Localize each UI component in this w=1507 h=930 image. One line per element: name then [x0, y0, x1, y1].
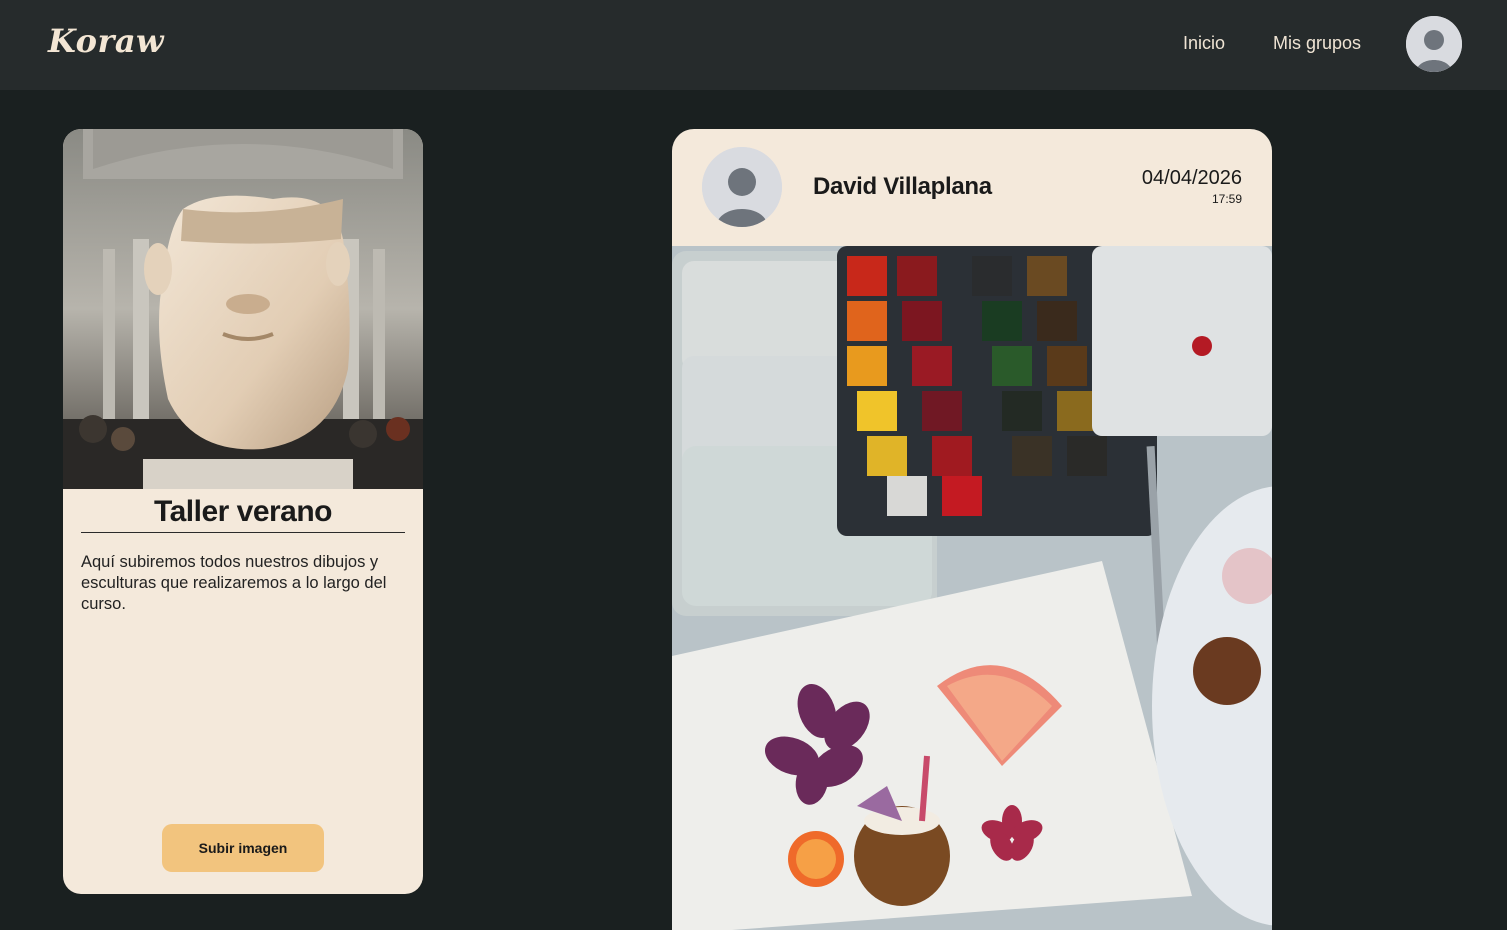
post-time: 17:59	[1211, 192, 1242, 206]
upload-image-button[interactable]: Subir imagen	[162, 824, 324, 872]
group-title: Taller verano	[81, 495, 405, 533]
post-author-name[interactable]: David Villaplana	[813, 173, 992, 201]
post-date: 04/04/2026	[1141, 167, 1242, 189]
app-logo[interactable]: Koraw	[48, 22, 164, 60]
group-card: Taller verano Aquí subiremos todos nuest…	[63, 129, 423, 894]
user-avatar-icon	[1406, 16, 1462, 72]
group-cover-image	[63, 129, 423, 489]
group-description: Aquí subiremos todos nuestros dibujos y …	[81, 553, 387, 613]
nav-link-inicio[interactable]: Inicio	[1183, 33, 1225, 54]
user-avatar-button[interactable]	[1406, 16, 1462, 72]
top-navbar: Koraw Inicio Mis grupos	[0, 0, 1507, 90]
user-avatar-icon	[702, 147, 782, 227]
nav-link-mis-grupos[interactable]: Mis grupos	[1273, 33, 1361, 54]
post-author-avatar[interactable]	[702, 147, 782, 227]
post-image[interactable]	[672, 246, 1272, 930]
post-card: David Villaplana 04/04/2026 17:59	[672, 129, 1272, 930]
